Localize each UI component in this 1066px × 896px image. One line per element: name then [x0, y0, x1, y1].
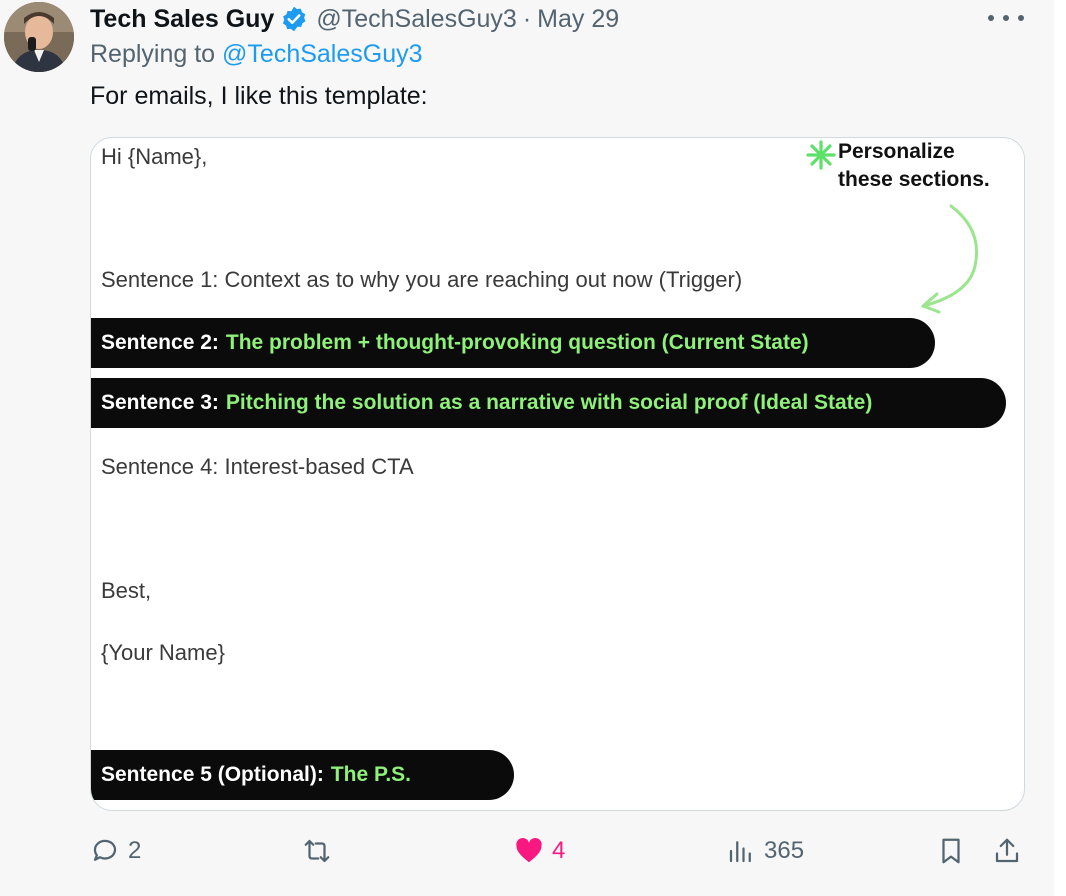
separator-dot: ·	[522, 4, 532, 33]
verified-badge-icon	[283, 6, 306, 32]
tweet-image[interactable]: Hi {Name}, Personalize these sections. S…	[90, 137, 1025, 811]
sentence-5-text: The P.S.	[330, 763, 412, 786]
sentence-3-text: Pitching the solution as a narrative wit…	[225, 391, 873, 414]
email-sentence-1: Sentence 1: Context as to why you are re…	[101, 267, 743, 292]
like-button[interactable]: 4	[514, 826, 565, 876]
callout-line-2: these sections.	[838, 168, 990, 191]
action-bar: 2 4 365	[0, 826, 1054, 876]
page-edge	[1054, 0, 1066, 896]
tweet-text: For emails, I like this template:	[90, 82, 428, 110]
reply-context: Replying to @TechSalesGuy3	[90, 40, 423, 69]
retweet-button[interactable]	[302, 826, 340, 876]
user-handle[interactable]: @TechSalesGuy3	[316, 5, 516, 34]
bookmark-icon	[942, 838, 960, 864]
email-signature: {Your Name}	[101, 640, 225, 665]
tweet-date[interactable]: May 29	[537, 5, 619, 34]
email-greeting: Hi {Name},	[101, 144, 208, 169]
sentence-5-label: Sentence 5 (Optional):	[101, 763, 324, 786]
reply-count: 2	[128, 837, 142, 864]
avatar[interactable]	[4, 2, 74, 72]
email-sentence-3: Sentence 3: Pitching the solution as a n…	[91, 378, 1006, 428]
views-icon	[729, 841, 751, 863]
retweet-icon	[304, 839, 330, 863]
asterisk-star-icon	[806, 140, 836, 170]
reply-mention-link[interactable]: @TechSalesGuy3	[222, 40, 422, 68]
tweet-header: Tech Sales Guy @TechSalesGuy3 · May 29	[90, 0, 619, 38]
email-sentence-2: Sentence 2: The problem + thought-provok…	[91, 318, 935, 368]
personalize-callout: Personalize these sections.	[804, 138, 1024, 198]
heart-icon	[516, 837, 542, 863]
views-button[interactable]: 365	[726, 826, 804, 876]
email-signoff: Best,	[101, 578, 152, 603]
curved-arrow-icon	[921, 204, 979, 314]
reply-button[interactable]: 2	[90, 826, 141, 876]
reply-icon	[93, 839, 117, 861]
callout-line-1: Personalize	[838, 140, 955, 163]
email-sentence-5: Sentence 5 (Optional): The P.S.	[91, 750, 514, 800]
reply-prefix: Replying to	[90, 40, 216, 68]
share-icon	[995, 838, 1019, 863]
email-sentence-4: Sentence 4: Interest-based CTA	[101, 454, 414, 479]
sentence-2-text: The problem + thought-provoking question…	[225, 331, 809, 354]
views-count: 365	[764, 837, 805, 864]
more-icon[interactable]	[988, 4, 1024, 32]
sentence-3-label: Sentence 3:	[101, 391, 219, 414]
display-name[interactable]: Tech Sales Guy	[90, 5, 274, 34]
like-count: 4	[552, 837, 566, 864]
share-button[interactable]	[992, 826, 1022, 876]
sentence-2-label: Sentence 2:	[101, 331, 219, 354]
bookmark-button[interactable]	[936, 826, 966, 876]
